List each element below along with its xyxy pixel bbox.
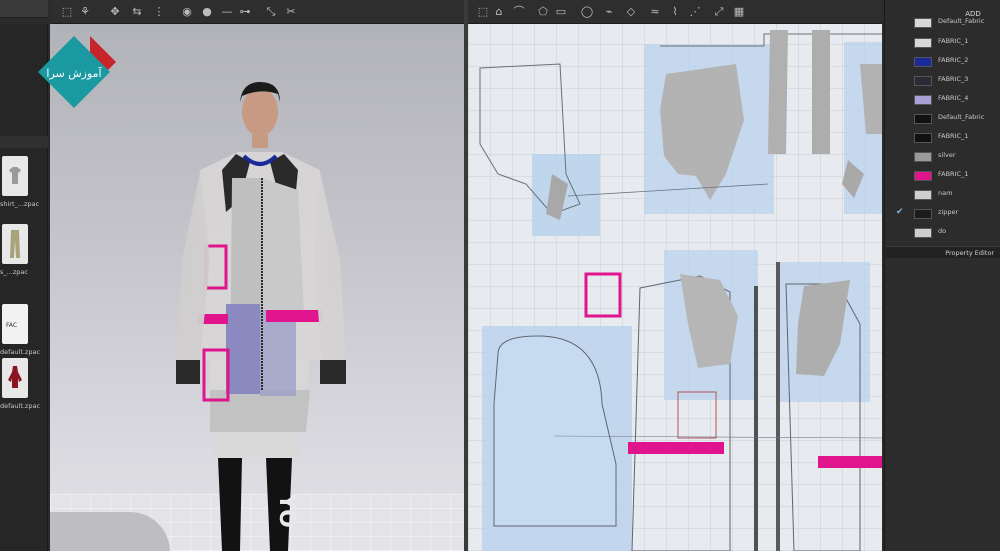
logo-text: آموزش سرا bbox=[46, 66, 102, 80]
fabric-swatch bbox=[914, 133, 932, 143]
tack-icon[interactable]: ⋮ bbox=[152, 5, 166, 19]
fabric-swatch bbox=[914, 114, 932, 124]
fabric-name: FABRIC_1 bbox=[938, 132, 969, 140]
fabric-item[interactable]: FABRIC_1 bbox=[886, 129, 998, 147]
fabric-name: FABRIC_3 bbox=[938, 75, 969, 83]
pattern-select-icon[interactable]: ⬚ bbox=[476, 5, 490, 19]
toolbar-3d: ⬚ ⚘ ✥ ⇆ ⋮ ◉ ● — ⊶ ⤡ ✂ bbox=[52, 0, 464, 24]
fabric-file-icon: FAC bbox=[2, 304, 28, 344]
fabric-badge: FAC bbox=[6, 322, 18, 329]
fabric-name: FABRIC_4 bbox=[938, 94, 969, 102]
selection-check-icon: ✔ bbox=[896, 207, 904, 217]
toolbar-2d: ⬚ ⌂ ⌒ ⬠ ▭ ◯ ⌁ ◇ ≈ ⌇ ⋰ ⤢ ▦ bbox=[468, 0, 882, 24]
pattern-window-2d[interactable] bbox=[468, 24, 882, 551]
pin-icon[interactable]: ◉ bbox=[180, 5, 194, 19]
fold-arrange-icon[interactable]: ⤢ bbox=[712, 5, 726, 19]
fabric-swatch bbox=[914, 18, 932, 28]
floor-shadow bbox=[50, 512, 170, 551]
arrange-grid-icon[interactable]: ▦ bbox=[732, 5, 746, 19]
fabric-name: FABRIC_2 bbox=[938, 56, 969, 64]
fabric-swatch bbox=[914, 76, 932, 86]
avatar-model[interactable]: YO bbox=[170, 60, 350, 551]
fabric-name: Default_Fabric bbox=[938, 113, 985, 121]
avatar-icon bbox=[2, 358, 28, 398]
library-header bbox=[0, 136, 48, 148]
fabric-swatch bbox=[914, 190, 932, 200]
fabric-swatch bbox=[914, 38, 932, 48]
fabric-item[interactable]: Default_Fabric bbox=[886, 14, 998, 32]
seam-icon[interactable]: ≈ bbox=[648, 5, 662, 19]
segment-icon[interactable]: ⌇ bbox=[668, 5, 682, 19]
scissors-icon[interactable]: ✂ bbox=[284, 5, 298, 19]
edit-point-icon[interactable]: ⌂ bbox=[492, 5, 506, 19]
pattern-canvas[interactable] bbox=[468, 24, 882, 551]
library-item-label: shirt_...zpac bbox=[0, 200, 40, 208]
library-item-fabric[interactable]: FAC default.zpac bbox=[0, 304, 48, 366]
fabric-name: FABRIC_1 bbox=[938, 170, 969, 178]
circle-pin-icon[interactable]: ● bbox=[200, 5, 214, 19]
fabric-swatch bbox=[914, 57, 932, 67]
library-item-label: default.zpac bbox=[0, 348, 41, 356]
fabric-name: Default_Fabric bbox=[938, 17, 985, 25]
pants-icon bbox=[2, 224, 28, 264]
move-icon[interactable]: ✥ bbox=[108, 5, 122, 19]
property-editor-header[interactable]: Property Editor bbox=[886, 246, 1000, 258]
shirt-icon bbox=[2, 156, 28, 196]
fabric-item[interactable]: FABRIC_2 bbox=[886, 53, 998, 71]
fabric-swatch bbox=[914, 171, 932, 181]
fabric-item[interactable]: nam bbox=[886, 186, 998, 204]
fabric-name: zipper bbox=[938, 208, 959, 216]
circle-icon[interactable]: ◯ bbox=[580, 5, 594, 19]
curve-icon[interactable]: ⌒ bbox=[512, 5, 526, 19]
polygon-icon[interactable]: ⬠ bbox=[536, 5, 550, 19]
library-item-pants[interactable]: s_...zpac bbox=[0, 224, 48, 286]
library-item-label: default.zpac bbox=[0, 402, 41, 410]
dart-icon[interactable]: ◇ bbox=[624, 5, 638, 19]
measure-icon[interactable]: ⊶ bbox=[238, 5, 252, 19]
library-item-shirt[interactable]: shirt_...zpac bbox=[0, 156, 48, 218]
cut-icon[interactable]: ⤡ bbox=[264, 5, 278, 19]
fabric-item[interactable]: silver bbox=[886, 148, 998, 166]
fabric-name: do bbox=[938, 227, 947, 235]
fabric-name: silver bbox=[938, 151, 956, 159]
fabric-swatch bbox=[914, 209, 932, 219]
line-icon[interactable]: — bbox=[220, 5, 234, 19]
property-editor-label: Property Editor bbox=[945, 249, 994, 257]
select-mesh-icon[interactable]: ⬚ bbox=[60, 5, 74, 19]
fabric-item[interactable]: FABRIC_1 bbox=[886, 167, 998, 185]
fabric-name: nam bbox=[938, 189, 953, 197]
fabric-swatch bbox=[914, 152, 932, 162]
svg-text:YO: YO bbox=[274, 493, 299, 528]
library-item-avatar[interactable]: default.zpac bbox=[0, 358, 48, 420]
fabric-swatch bbox=[914, 95, 932, 105]
fabric-item[interactable]: do bbox=[886, 224, 998, 242]
fabric-item[interactable]: Default_Fabric bbox=[886, 110, 998, 128]
fabric-item[interactable]: ✔ zipper bbox=[886, 205, 998, 223]
rectangle-icon[interactable]: ▭ bbox=[554, 5, 568, 19]
brand-logo-icon: آموزش سرا bbox=[30, 30, 120, 120]
trace-icon[interactable]: ⌁ bbox=[602, 5, 616, 19]
fabric-swatch bbox=[914, 228, 932, 238]
fabric-item[interactable]: FABRIC_3 bbox=[886, 72, 998, 90]
fabric-name: FABRIC_1 bbox=[938, 37, 969, 45]
library-item-label: s_...zpac bbox=[0, 268, 28, 276]
transform-icon[interactable]: ⚘ bbox=[78, 5, 92, 19]
library-toolbar bbox=[0, 0, 48, 18]
fold-icon[interactable]: ⇆ bbox=[130, 5, 144, 19]
fabric-item[interactable]: FABRIC_4 bbox=[886, 91, 998, 109]
fabric-item[interactable]: FABRIC_1 bbox=[886, 34, 998, 52]
stitch-icon[interactable]: ⋰ bbox=[688, 5, 702, 19]
